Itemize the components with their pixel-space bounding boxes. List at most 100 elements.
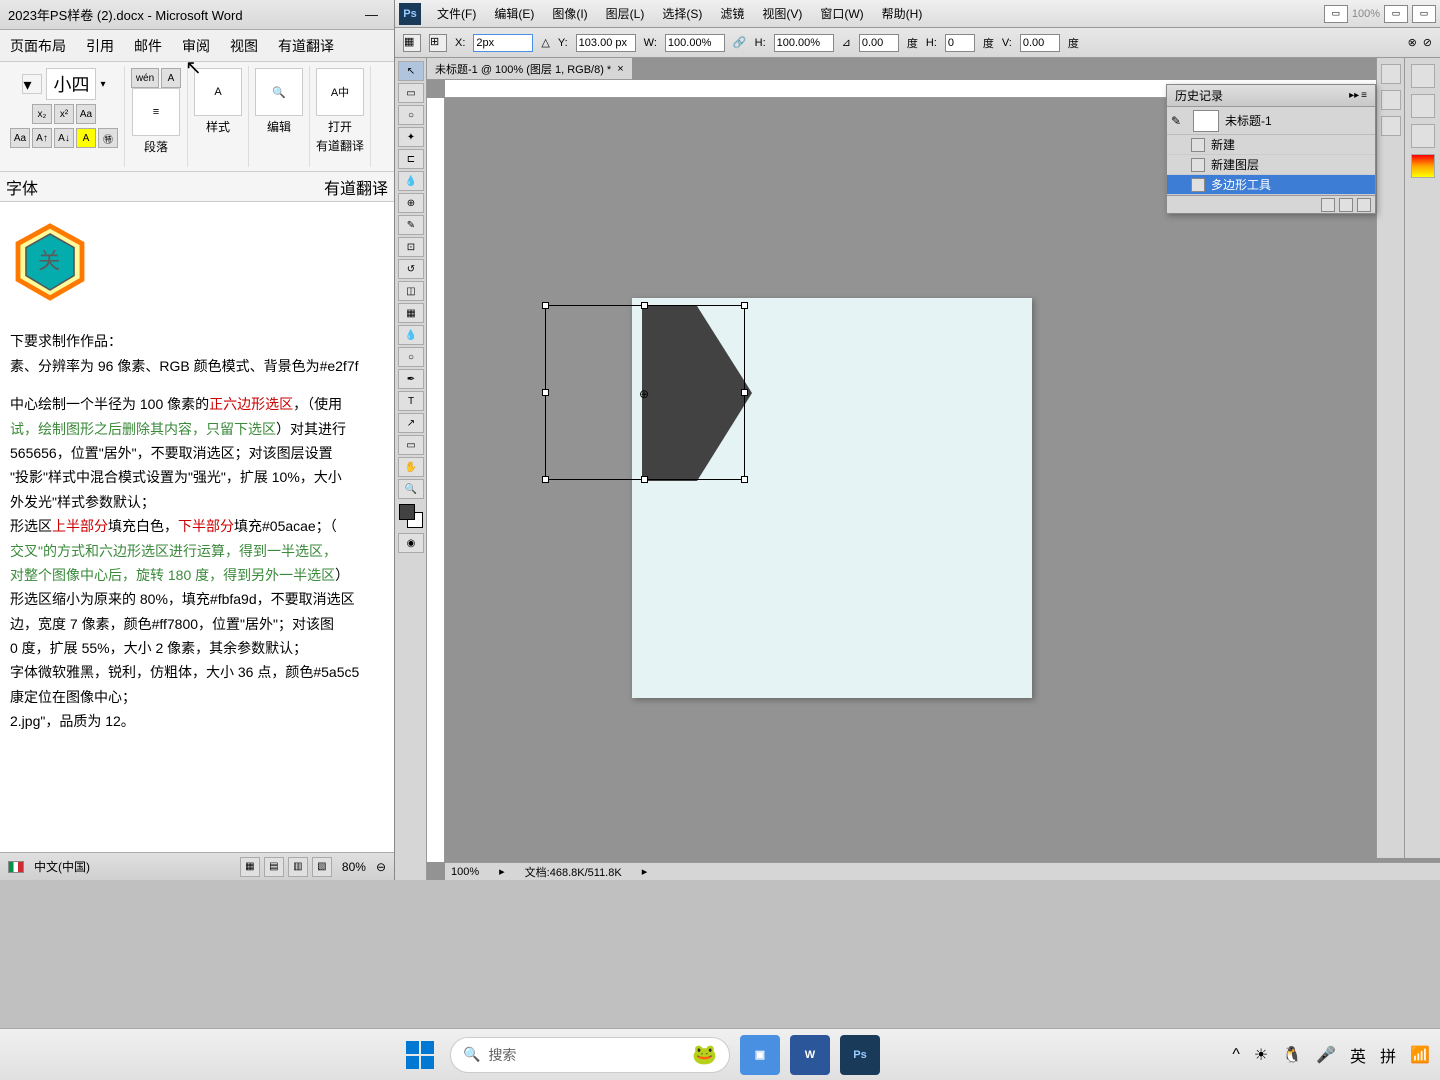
- reference-point-button[interactable]: ⊞: [429, 34, 447, 52]
- history-item-polygon[interactable]: 多边形工具: [1167, 175, 1375, 195]
- ruler-vertical[interactable]: [427, 98, 445, 862]
- gradient-tool[interactable]: ▦: [398, 303, 424, 323]
- history-panel[interactable]: 历史记录 ▸▸ ≡ ✎ 未标题-1 新建 新建图层 多边形工具: [1166, 84, 1376, 214]
- menu-select[interactable]: 选择(S): [654, 5, 710, 22]
- panel-collapse-icon[interactable]: ▸▸: [1349, 90, 1359, 101]
- link-icon[interactable]: 🔗: [733, 36, 747, 49]
- create-document-icon[interactable]: [1321, 198, 1335, 212]
- wand-tool[interactable]: ✦: [398, 127, 424, 147]
- tab-page-layout[interactable]: 页面布局: [10, 36, 66, 56]
- history-item-new-layer[interactable]: 新建图层: [1167, 155, 1375, 175]
- handle-tc[interactable]: [641, 302, 648, 309]
- quickmask-tool[interactable]: ◉: [398, 533, 424, 553]
- w-input[interactable]: [665, 34, 725, 52]
- dock-icon-3[interactable]: [1411, 124, 1435, 148]
- subscript-button[interactable]: x₂: [32, 104, 52, 124]
- cancel-icon[interactable]: ⊘: [1423, 36, 1432, 49]
- zoom-out-button[interactable]: ⊖: [376, 860, 386, 874]
- handle-br[interactable]: [741, 476, 748, 483]
- dock-icon-4[interactable]: [1411, 154, 1435, 178]
- color-swatch[interactable]: [399, 504, 423, 528]
- phonetic-button[interactable]: wén: [131, 68, 159, 88]
- arrow-icon[interactable]: ▸: [499, 865, 505, 878]
- tray-mic-icon[interactable]: 🎤: [1316, 1045, 1336, 1065]
- font-case-button[interactable]: Aa: [10, 128, 30, 148]
- handle-bc[interactable]: [641, 476, 648, 483]
- skew-h-input[interactable]: [945, 34, 975, 52]
- panel-menu-icon[interactable]: ≡: [1361, 90, 1367, 101]
- dock-icon-5[interactable]: [1381, 64, 1401, 84]
- lasso-tool[interactable]: ○: [398, 105, 424, 125]
- menu-edit[interactable]: 编辑(E): [486, 5, 542, 22]
- font-dropdown[interactable]: ▾: [22, 74, 42, 94]
- grow-font-button[interactable]: A↑: [32, 128, 52, 148]
- close-tab-icon[interactable]: ×: [617, 63, 623, 75]
- tab-references[interactable]: 引用: [86, 36, 114, 56]
- view-web[interactable]: ▥: [288, 857, 308, 877]
- edit-button[interactable]: 🔍: [255, 68, 303, 116]
- menu-image[interactable]: 图像(I): [544, 5, 595, 22]
- screen-mode-button[interactable]: ▭: [1324, 5, 1348, 23]
- enclose-button[interactable]: ㊕: [98, 128, 118, 148]
- tab-mailings[interactable]: 邮件: [134, 36, 162, 56]
- crop-tool[interactable]: ⊏: [398, 149, 424, 169]
- menu-layer[interactable]: 图层(L): [598, 5, 653, 22]
- skew-v-input[interactable]: [1020, 34, 1060, 52]
- menu-view[interactable]: 视图(V): [754, 5, 810, 22]
- center-point-icon[interactable]: ⊕: [639, 387, 649, 401]
- workspace-button[interactable]: ▭: [1412, 5, 1436, 23]
- menu-zoom[interactable]: 100%: [1352, 8, 1380, 20]
- stamp-tool[interactable]: ⊡: [398, 237, 424, 257]
- eraser-tool[interactable]: ◫: [398, 281, 424, 301]
- word-document[interactable]: 关 下要求制作作品： 素、分辨率为 96 像素、RGB 颜色模式、背景色为#e2…: [0, 202, 394, 852]
- dodge-tool[interactable]: ○: [398, 347, 424, 367]
- brush-tool[interactable]: ✎: [398, 215, 424, 235]
- dock-icon-7[interactable]: [1381, 116, 1401, 136]
- transform-bounding-box[interactable]: ⊕: [545, 305, 745, 480]
- tab-review[interactable]: 审阅: [182, 36, 210, 56]
- tab-youdao[interactable]: 有道翻译: [278, 36, 334, 56]
- clear-format-button[interactable]: Aa: [76, 104, 96, 124]
- document-tab[interactable]: 未标题-1 @ 100% (图层 1, RGB/8) * ×: [427, 58, 632, 80]
- view-print-layout[interactable]: ▦: [240, 857, 260, 877]
- superscript-button[interactable]: x²: [54, 104, 74, 124]
- pen-tool[interactable]: ✒: [398, 369, 424, 389]
- shape-tool[interactable]: ▭: [398, 435, 424, 455]
- path-tool[interactable]: ↗: [398, 413, 424, 433]
- h-input[interactable]: [774, 34, 834, 52]
- paragraph-button[interactable]: ≡: [132, 88, 180, 136]
- dock-icon-1[interactable]: [1411, 64, 1435, 88]
- marquee-tool[interactable]: ▭: [398, 83, 424, 103]
- type-tool[interactable]: T: [398, 391, 424, 411]
- search-box[interactable]: 🔍 搜索 🐸: [450, 1037, 730, 1073]
- hand-tool[interactable]: ✋: [398, 457, 424, 477]
- handle-ml[interactable]: [542, 389, 549, 396]
- zoom-tool[interactable]: 🔍: [398, 479, 424, 499]
- blur-tool[interactable]: 💧: [398, 325, 424, 345]
- tool-preset-button[interactable]: ▦: [403, 34, 421, 52]
- char-border-button[interactable]: A: [161, 68, 181, 88]
- brush-source-icon[interactable]: ✎: [1171, 114, 1187, 128]
- x-input[interactable]: [473, 34, 533, 52]
- dock-icon-6[interactable]: [1381, 90, 1401, 110]
- language-indicator[interactable]: 中文(中国): [34, 858, 90, 875]
- history-snapshot[interactable]: ✎ 未标题-1: [1167, 107, 1375, 135]
- styles-button[interactable]: A: [194, 68, 242, 116]
- open-youdao-button[interactable]: A中: [316, 68, 364, 116]
- tray-chevron-icon[interactable]: ^: [1232, 1046, 1240, 1064]
- start-button[interactable]: [400, 1035, 440, 1075]
- font-size-dropdown[interactable]: ▾: [100, 79, 105, 90]
- view-outline[interactable]: ▧: [312, 857, 332, 877]
- menu-file[interactable]: 文件(F): [429, 5, 484, 22]
- arrange-button[interactable]: ▭: [1384, 5, 1408, 23]
- arrow-icon-2[interactable]: ▸: [642, 865, 648, 878]
- menu-help[interactable]: 帮助(H): [874, 5, 931, 22]
- shrink-font-button[interactable]: A↓: [54, 128, 74, 148]
- taskbar-app-1[interactable]: ▣: [740, 1035, 780, 1075]
- highlight-button[interactable]: A: [76, 128, 96, 148]
- handle-tr[interactable]: [741, 302, 748, 309]
- eyedropper-tool[interactable]: 💧: [398, 171, 424, 191]
- commit-icon[interactable]: ⊗: [1408, 36, 1417, 49]
- angle-input[interactable]: [859, 34, 899, 52]
- handle-mr[interactable]: [741, 389, 748, 396]
